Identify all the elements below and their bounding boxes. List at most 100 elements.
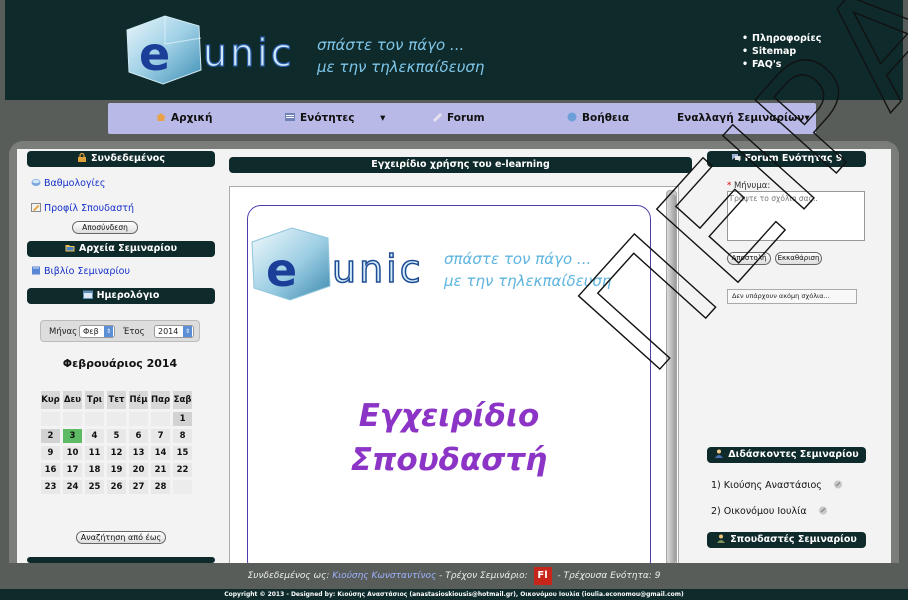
- month-label: Μήνας: [49, 327, 78, 337]
- calendar-day[interactable]: 2: [41, 429, 60, 443]
- students-title: Σπουδαστές Σεμιναρίου: [707, 532, 866, 548]
- calendar-day[interactable]: 23: [41, 480, 60, 494]
- weekday-header: Τρι: [85, 391, 104, 409]
- calendar-day[interactable]: 12: [107, 446, 126, 460]
- calendar-day[interactable]: 18: [85, 463, 104, 477]
- no-comments-notice: Δεν υπάρχουν ακόμη σχόλια...: [727, 289, 857, 304]
- students-icon: [717, 534, 726, 543]
- teacher-icon: [715, 449, 724, 458]
- clear-button[interactable]: Εκκαθάριση: [775, 252, 822, 265]
- forum-unit-title: Forum Ενότητας 9: [707, 151, 866, 167]
- weekday-header: Τετ: [107, 391, 126, 409]
- logo-letter: e: [139, 27, 170, 81]
- logged-in-title: Συνδεδεμένος: [27, 151, 215, 167]
- current-seminar-label: - Τρέχον Σεμινάριο:: [439, 571, 528, 581]
- date-range-search-button[interactable]: Αναζήτηση από έως: [76, 531, 166, 544]
- calendar-empty-cell: [107, 412, 126, 426]
- copyright: Copyright © 2013 - Designed by: Κιούσης …: [0, 589, 908, 600]
- select-arrows-icon: ⇕: [104, 326, 113, 337]
- calendar-day[interactable]: 5: [107, 429, 126, 443]
- teachers-title: Διδάσκοντες Σεμιναρίου: [707, 447, 866, 463]
- manual-scrollbar-thumb[interactable]: [667, 194, 676, 564]
- site-header: e unic σπάστε τον πάγο ... με την τηλεκπ…: [5, 0, 903, 100]
- calendar-day[interactable]: 1: [173, 412, 193, 426]
- weekday-header: Παρ: [151, 391, 171, 409]
- calendar-day[interactable]: 22: [173, 463, 193, 477]
- calendar-day[interactable]: 4: [85, 429, 104, 443]
- top-link-sitemap[interactable]: • Sitemap: [742, 46, 821, 57]
- svg-text:με την τηλεκπαίδευση: με την τηλεκπαίδευση: [443, 272, 612, 290]
- nav-help[interactable]: Βοήθεια: [566, 112, 629, 124]
- home-icon: [156, 113, 166, 121]
- logged-in-as-label: Συνδεδεμένος ως:: [247, 571, 330, 581]
- nav-units[interactable]: Ενότητες ▾: [284, 112, 385, 124]
- teacher-item[interactable]: 1) Κιούσης Αναστάσιος: [711, 480, 846, 491]
- profile-icon: [31, 203, 41, 212]
- svg-text:σπάστε τον πάγο ...: σπάστε τον πάγο ...: [444, 250, 591, 268]
- weekday-header: Σαβ: [173, 391, 193, 409]
- message-icon[interactable]: [818, 506, 828, 515]
- teacher-item[interactable]: 2) Οικονόμου Ιουλία: [711, 506, 831, 517]
- calendar-day[interactable]: 27: [129, 480, 148, 494]
- calendar-day[interactable]: 19: [107, 463, 126, 477]
- logo-slogan-line2: με την τηλεκπαίδευση: [316, 58, 485, 76]
- message-input[interactable]: [727, 191, 865, 241]
- top-link-faq[interactable]: • FAQ's: [742, 59, 821, 70]
- calendar-day-today[interactable]: 3: [63, 429, 82, 443]
- weekday-header: Δευ: [63, 391, 82, 409]
- calendar-empty-cell: [129, 412, 148, 426]
- weekday-header: Πέμ: [129, 391, 148, 409]
- calendar-day[interactable]: 28: [151, 480, 171, 494]
- calendar-day[interactable]: 8: [173, 429, 193, 443]
- current-user-link[interactable]: Κιούσης Κωνσταντίνος: [332, 571, 436, 581]
- calendar-empty-cell: [41, 412, 60, 426]
- calendar-day[interactable]: 15: [173, 446, 193, 460]
- units-icon: [285, 113, 295, 121]
- year-select[interactable]: 2014 ⇕: [154, 325, 194, 338]
- grades-link[interactable]: Βαθμολογίες: [31, 178, 105, 189]
- nav-home[interactable]: Αρχική: [155, 112, 212, 124]
- calendar-day[interactable]: 14: [151, 446, 171, 460]
- book-icon: [32, 266, 40, 275]
- calendar-day[interactable]: 26: [107, 480, 126, 494]
- calendar-day[interactable]: 11: [85, 446, 104, 460]
- calendar-title: Ημερολόγιο: [27, 288, 215, 304]
- calendar-day[interactable]: 10: [63, 446, 82, 460]
- send-button[interactable]: Αποστολή: [727, 252, 771, 265]
- calendar-empty-cell: [85, 412, 104, 426]
- main-nav: Αρχική Ενότητες ▾ Forum Βοήθεια Εναλλαγή…: [108, 103, 816, 134]
- logo-word: unic: [203, 31, 295, 75]
- message-icon[interactable]: [833, 480, 843, 489]
- month-select[interactable]: Φεβ ⇕: [79, 325, 115, 338]
- site-logo[interactable]: e unic σπάστε τον πάγο ... με την τηλεκπ…: [117, 8, 517, 88]
- calendar-month-heading: Φεβρουάριος 2014: [62, 357, 178, 370]
- seminar-book-link[interactable]: Βιβλίο Σεμιναρίου: [31, 266, 130, 277]
- svg-text:unic: unic: [332, 247, 424, 291]
- calendar-day[interactable]: 17: [63, 463, 82, 477]
- top-link-info[interactable]: • Πληροφορίες: [742, 33, 821, 44]
- calendar-empty-cell: [151, 412, 171, 426]
- calendar-day[interactable]: 16: [41, 463, 60, 477]
- folder-icon: [65, 245, 75, 252]
- calendar-day[interactable]: 9: [41, 446, 60, 460]
- seminar-flash-icon[interactable]: Fl: [533, 566, 552, 585]
- current-unit-label: - Τρέχουσα Ενότητα: 9: [557, 571, 661, 581]
- calendar-day[interactable]: 20: [129, 463, 148, 477]
- profile-link[interactable]: Προφίλ Σπουδαστή: [31, 203, 134, 214]
- nav-forum[interactable]: Forum: [431, 112, 485, 124]
- message-label: * Μήνυμα:: [727, 181, 771, 191]
- year-label: Έτος: [123, 327, 145, 337]
- calendar-day[interactable]: 6: [129, 429, 148, 443]
- calendar-day[interactable]: 13: [129, 446, 148, 460]
- calendar-day[interactable]: 7: [151, 429, 171, 443]
- calendar-empty-cell: [173, 480, 193, 494]
- calendar-grid: Κυρ Δευ Τρι Τετ Πέμ Παρ Σαβ 1 2 3 4 5 6 7 8 9 10 11 12 13 14…: [38, 388, 195, 497]
- logo-slogan-line1: σπάστε τον πάγο ...: [317, 36, 464, 54]
- calendar-day[interactable]: 24: [63, 480, 82, 494]
- calendar-day[interactable]: 21: [151, 463, 171, 477]
- calendar-day[interactable]: 25: [85, 480, 104, 494]
- logout-button[interactable]: Αποσύνδεση: [72, 221, 138, 234]
- files-title: Αρχεία Σεμιναρίου: [27, 241, 215, 257]
- help-icon: [567, 112, 577, 122]
- nav-switch-seminar[interactable]: Εναλλαγή Σεμιναρίων▾: [677, 112, 810, 124]
